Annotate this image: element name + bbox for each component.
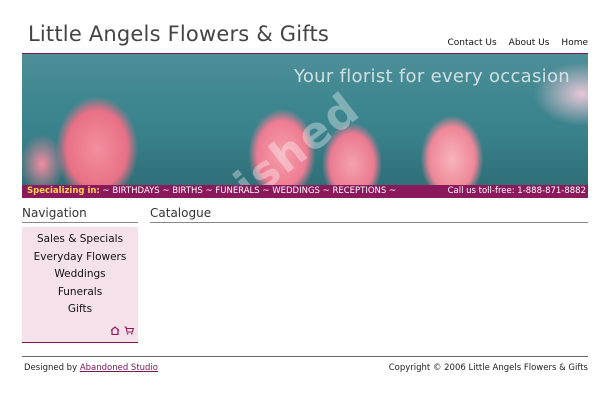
main-content: Catalogue xyxy=(150,206,588,223)
hero-banner: Your florist for every occasion unfinish… xyxy=(22,54,588,185)
watermark: unfinished xyxy=(116,83,370,185)
about-us-link[interactable]: About Us xyxy=(509,38,550,48)
catalogue-heading: Catalogue xyxy=(150,206,588,223)
site-footer: Designed by Abandoned Studio Copyright ©… xyxy=(22,356,588,373)
site-header: Little Angels Flowers & Gifts Contact Us… xyxy=(22,20,588,54)
nav-item-weddings[interactable]: Weddings xyxy=(22,266,138,284)
specialty-bar: Specializing in: ~ BIRTHDAYS ~ BIRTHS ~ … xyxy=(22,185,588,198)
top-nav: Contact Us About Us Home xyxy=(448,38,588,48)
contact-us-link[interactable]: Contact Us xyxy=(448,38,497,48)
designed-by-label: Designed by xyxy=(24,363,78,373)
phone-number: Call us toll-free: 1-888-871-8882 xyxy=(447,186,586,196)
nav-item-everyday-flowers[interactable]: Everyday Flowers xyxy=(22,249,138,267)
nav-menu: Sales & Specials Everyday Flowers Weddin… xyxy=(22,227,138,343)
designer-credit: Designed by Abandoned Studio xyxy=(24,363,158,373)
sidebar-title: Navigation xyxy=(22,206,138,223)
nav-item-sales-specials[interactable]: Sales & Specials xyxy=(22,231,138,249)
copyright-text: Copyright © 2006 Little Angels Flowers &… xyxy=(388,363,588,373)
nav-item-funerals[interactable]: Funerals xyxy=(22,284,138,302)
cart-icon[interactable] xyxy=(124,320,134,339)
specialty-label: Specializing in: xyxy=(27,186,100,196)
home-link[interactable]: Home xyxy=(561,38,588,48)
designer-link[interactable]: Abandoned Studio xyxy=(80,363,158,373)
sidebar: Navigation Sales & Specials Everyday Flo… xyxy=(22,206,138,343)
specialty-items: ~ BIRTHDAYS ~ BIRTHS ~ FUNERALS ~ WEDDIN… xyxy=(102,186,397,196)
home-icon[interactable] xyxy=(110,320,120,339)
site-title: Little Angels Flowers & Gifts xyxy=(28,22,330,46)
nav-icons xyxy=(110,320,134,339)
nav-item-gifts[interactable]: Gifts xyxy=(22,301,138,319)
